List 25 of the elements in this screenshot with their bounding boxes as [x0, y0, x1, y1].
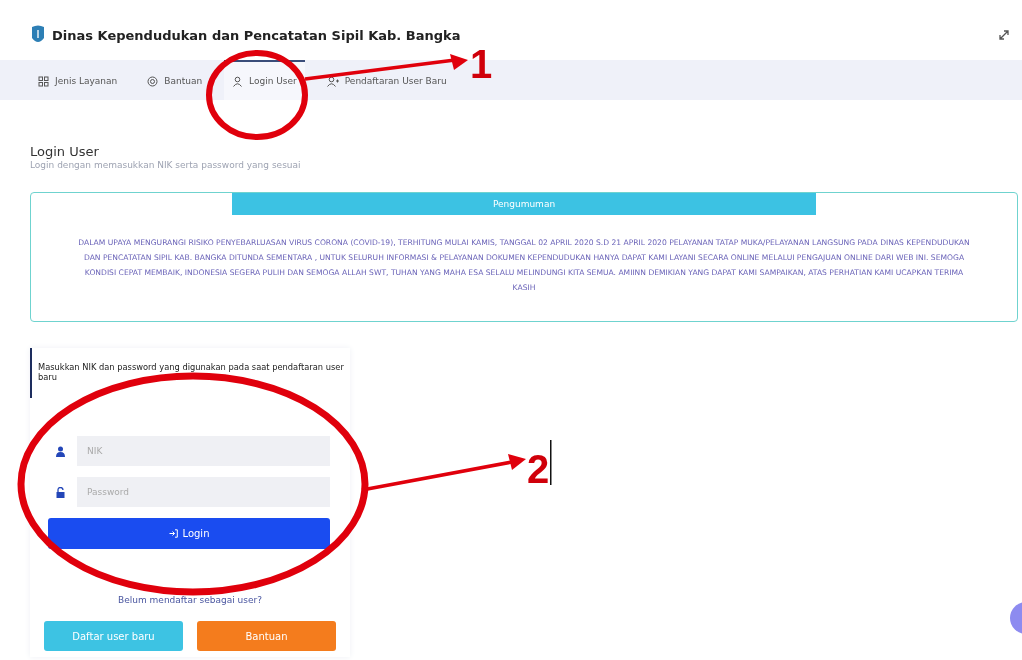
annotation-number: 1 [470, 42, 493, 86]
logo-icon [30, 25, 46, 45]
page-title: Login User [30, 144, 100, 159]
login-message: Masukkan NIK dan password yang digunakan pada saat pendaftaran user baru [38, 362, 344, 382]
grid-icon [38, 75, 49, 87]
login-button[interactable]: Login [48, 518, 330, 549]
help-icon [147, 75, 159, 87]
nav-tab[interactable]: Login User [224, 60, 305, 100]
user-icon [232, 75, 244, 87]
add-user-icon [326, 75, 339, 87]
expand-icon[interactable] [998, 29, 1010, 41]
nav-tab[interactable]: Pendaftaran User Baru [318, 60, 455, 100]
user-icon [56, 445, 65, 457]
sign-in-icon [168, 529, 178, 538]
lock-icon [56, 486, 65, 498]
nav-tab[interactable]: Jenis Layanan [30, 60, 126, 100]
page-subtitle: Login dengan memasukkan NIK serta password yang sesuai [30, 160, 302, 170]
register-prompt: Belum mendaftar sebagai user? [117, 595, 263, 605]
annotation-number: 2 [527, 447, 550, 491]
input-field[interactable]: NIK [77, 436, 330, 466]
text-cursor [550, 440, 552, 485]
input-field[interactable]: Password [77, 477, 330, 507]
announcement-title: Pengumuman [232, 193, 816, 215]
site-title: Dinas Kependudukan dan Pencatatan Sipil Kab. Bangka [52, 27, 461, 43]
nav-tab[interactable]: Bantuan [139, 60, 211, 100]
